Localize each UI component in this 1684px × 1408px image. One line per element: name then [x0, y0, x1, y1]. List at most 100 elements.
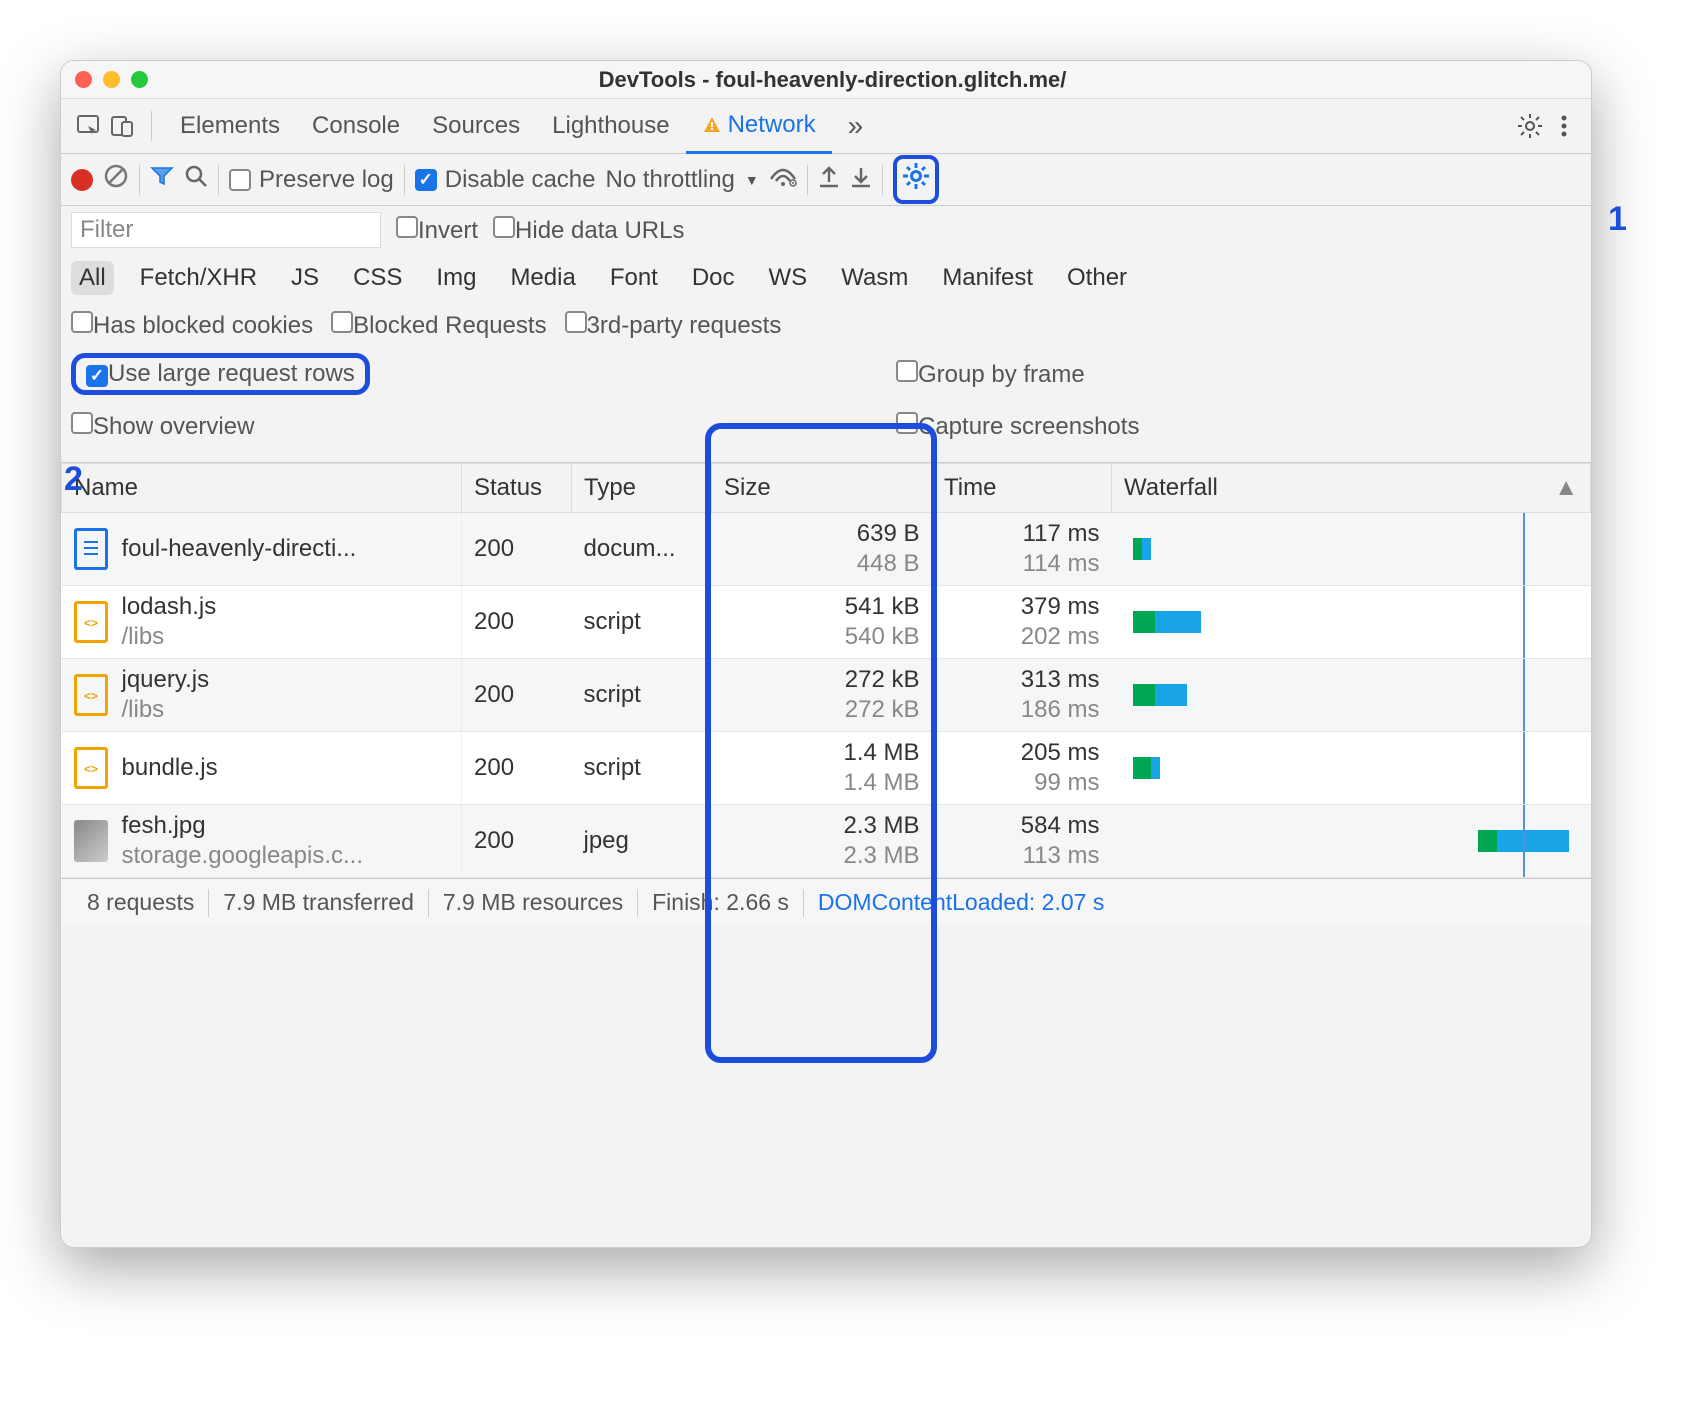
size-transferred: 272 kB [724, 665, 920, 695]
status-resources: 7.9 MB resources [429, 889, 637, 916]
search-icon[interactable] [184, 164, 208, 195]
col-name[interactable]: Name [62, 464, 462, 513]
time-total: 584 ms [944, 811, 1100, 841]
clear-icon[interactable] [103, 163, 129, 196]
annotation-1: 1 [1608, 200, 1627, 239]
image-file-icon [74, 820, 108, 862]
minimize-icon[interactable] [103, 71, 120, 88]
filter-other[interactable]: Other [1059, 261, 1135, 295]
filter-wasm[interactable]: Wasm [833, 261, 916, 295]
table-row[interactable]: <>jquery.js/libs200script272 kB272 kB313… [62, 659, 1591, 732]
disable-cache-checkbox[interactable]: Disable cache [415, 166, 596, 194]
time-latency: 99 ms [944, 768, 1100, 798]
tab-lighthouse[interactable]: Lighthouse [536, 99, 685, 153]
third-party-checkbox[interactable]: 3rd-party requests [565, 311, 782, 340]
svg-text:<>: <> [84, 762, 98, 776]
size-transferred: 541 kB [724, 592, 920, 622]
waterfall-cell [1112, 586, 1591, 659]
document-file-icon [74, 528, 108, 570]
table-row[interactable]: <>lodash.js/libs200script541 kB540 kB379… [62, 586, 1591, 659]
svg-text:<>: <> [84, 616, 98, 630]
status-cell: 200 [462, 586, 572, 659]
blocked-requests-checkbox[interactable]: Blocked Requests [331, 311, 546, 340]
title-bar: DevTools - foul-heavenly-direction.glitc… [61, 61, 1591, 99]
settings-gear-icon[interactable] [1513, 99, 1547, 153]
large-request-rows-checkbox[interactable]: Use large request rows [71, 353, 370, 395]
filter-img[interactable]: Img [428, 261, 484, 295]
type-cell: script [572, 586, 712, 659]
request-path: /libs [122, 695, 210, 725]
filter-js[interactable]: JS [283, 261, 327, 295]
filter-all[interactable]: All [71, 261, 114, 295]
show-overview-checkbox[interactable]: Show overview [71, 412, 254, 441]
script-file-icon: <> [74, 747, 108, 789]
request-path: /libs [122, 622, 217, 652]
table-row[interactable]: fesh.jpgstorage.googleapis.c...200jpeg2.… [62, 805, 1591, 878]
filter-row: Filter Invert Hide data URLs [61, 206, 1591, 254]
filter-manifest[interactable]: Manifest [934, 261, 1041, 295]
filter-media[interactable]: Media [502, 261, 583, 295]
blocked-cookies-checkbox[interactable]: Has blocked cookies [71, 311, 313, 340]
device-toolbar-icon[interactable] [105, 99, 139, 153]
maximize-icon[interactable] [131, 71, 148, 88]
type-cell: jpeg [572, 805, 712, 878]
table-header-row: Name Status Type Size Time Waterfall▲ [62, 464, 1591, 513]
devtools-window: DevTools - foul-heavenly-direction.glitc… [60, 60, 1592, 1248]
table-row[interactable]: foul-heavenly-directi...200docum...639 B… [62, 513, 1591, 586]
export-har-icon[interactable] [850, 164, 872, 195]
network-settings: Use large request rows Group by frame Sh… [61, 348, 1591, 463]
throttling-select[interactable]: No throttling▼ [605, 166, 758, 194]
filter-css[interactable]: CSS [345, 261, 410, 295]
filter-font[interactable]: Font [602, 261, 666, 295]
capture-screenshots-checkbox[interactable]: Capture screenshots [896, 412, 1139, 441]
warning-icon [702, 115, 722, 135]
type-cell: script [572, 732, 712, 805]
invert-checkbox[interactable]: Invert [396, 216, 478, 245]
tabs-overflow-icon[interactable]: » [832, 99, 880, 153]
status-requests: 8 requests [73, 889, 208, 916]
filter-xhr[interactable]: Fetch/XHR [132, 261, 265, 295]
tab-elements[interactable]: Elements [164, 99, 296, 153]
tab-console[interactable]: Console [296, 99, 416, 153]
kebab-menu-icon[interactable] [1547, 99, 1581, 153]
requests-table: Name Status Type Size Time Waterfall▲ fo… [61, 463, 1591, 878]
network-settings-button[interactable] [893, 155, 939, 204]
time-total: 117 ms [944, 519, 1100, 549]
filter-icon[interactable] [150, 164, 174, 195]
size-resource: 2.3 MB [724, 841, 920, 871]
size-transferred: 639 B [724, 519, 920, 549]
tab-network[interactable]: Network [686, 100, 832, 154]
status-bar: 8 requests 7.9 MB transferred 7.9 MB res… [61, 878, 1591, 926]
request-name: fesh.jpg [122, 811, 364, 841]
network-conditions-icon[interactable] [769, 165, 797, 194]
hide-data-urls-checkbox[interactable]: Hide data URLs [493, 216, 684, 245]
col-size[interactable]: Size [712, 464, 932, 513]
record-button[interactable] [71, 169, 93, 191]
time-total: 205 ms [944, 738, 1100, 768]
close-icon[interactable] [75, 71, 92, 88]
request-name: jquery.js [122, 665, 210, 695]
table-row[interactable]: <>bundle.js200script1.4 MB1.4 MB205 ms99… [62, 732, 1591, 805]
time-latency: 113 ms [944, 841, 1100, 871]
group-by-frame-checkbox[interactable]: Group by frame [896, 360, 1085, 389]
import-har-icon[interactable] [818, 164, 840, 195]
col-time[interactable]: Time [932, 464, 1112, 513]
svg-text:<>: <> [84, 689, 98, 703]
preserve-log-checkbox[interactable]: Preserve log [229, 166, 394, 194]
time-latency: 186 ms [944, 695, 1100, 725]
size-resource: 540 kB [724, 622, 920, 652]
col-type[interactable]: Type [572, 464, 712, 513]
tab-sources[interactable]: Sources [416, 99, 536, 153]
col-status[interactable]: Status [462, 464, 572, 513]
filter-ws[interactable]: WS [761, 261, 816, 295]
request-name: foul-heavenly-directi... [122, 534, 357, 564]
size-transferred: 1.4 MB [724, 738, 920, 768]
col-waterfall[interactable]: Waterfall▲ [1112, 464, 1591, 513]
waterfall-cell [1112, 513, 1591, 586]
requests-table-wrapper: Name Status Type Size Time Waterfall▲ fo… [61, 463, 1591, 878]
inspect-icon[interactable] [71, 99, 105, 153]
filter-input[interactable]: Filter [71, 212, 381, 248]
status-cell: 200 [462, 659, 572, 732]
extra-filters: Has blocked cookies Blocked Requests 3rd… [61, 302, 1591, 348]
filter-doc[interactable]: Doc [684, 261, 743, 295]
